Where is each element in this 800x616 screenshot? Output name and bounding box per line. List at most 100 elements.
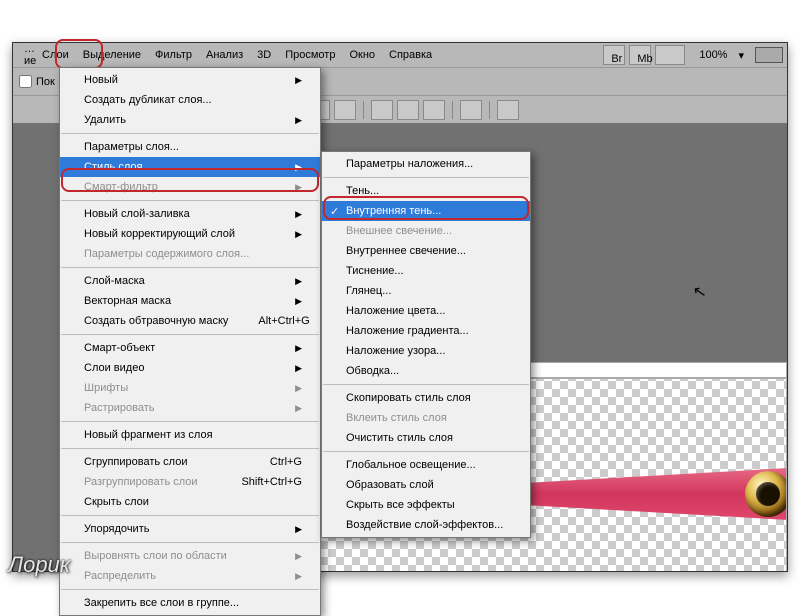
menu-item-label: Сгруппировать слои	[84, 456, 187, 468]
screen-mode-button[interactable]	[655, 45, 685, 65]
menu-item: Выровнять слои по области▶	[60, 546, 320, 566]
submenu-arrow-icon: ▶	[295, 276, 302, 287]
workspace-switcher[interactable]	[755, 47, 783, 63]
menu-item[interactable]: Упорядочить▶	[60, 519, 320, 539]
submenu-arrow-icon: ▶	[295, 403, 302, 414]
menu-item[interactable]: Удалить▶	[60, 110, 320, 130]
submenu-arrow-icon: ▶	[295, 209, 302, 220]
menu-separator	[61, 542, 319, 543]
menu-item-label: Закрепить все слои в группе...	[84, 597, 239, 609]
menu-item: Шрифты▶	[60, 378, 320, 398]
menu-item[interactable]: Наложение узора...	[322, 341, 530, 361]
menu-item: Параметры содержимого слоя...	[60, 244, 320, 264]
menu-item[interactable]: Очистить стиль слоя	[322, 428, 530, 448]
show-checkbox[interactable]	[19, 75, 32, 88]
submenu-arrow-icon: ▶	[295, 551, 302, 562]
separator	[489, 101, 490, 119]
menu-item-label: Внутренняя тень...	[346, 205, 441, 217]
menu-item-label: Внешнее свечение...	[346, 225, 452, 237]
menu-item-label: Внутреннее свечение...	[346, 245, 466, 257]
menu-item[interactable]: Векторная маска ▶	[60, 291, 320, 311]
layer-style-submenu[interactable]: Параметры наложения... Тень... Внутренняя …	[321, 151, 531, 538]
menu-item-label: Наложение градиента...	[346, 325, 469, 337]
menu-item-label: Глянец...	[346, 285, 391, 297]
menu-item[interactable]: Слой-маска▶	[60, 271, 320, 291]
menu-layers[interactable]: Слои	[35, 45, 76, 65]
menu-item-label: Воздействие слой-эффектов...	[346, 519, 503, 531]
menu-item[interactable]: Скрыть все эффекты	[322, 495, 530, 515]
separator	[363, 101, 364, 119]
align-btn-6[interactable]	[423, 100, 445, 120]
submenu-arrow-icon: ▶	[295, 343, 302, 354]
watermark: Лорик	[8, 552, 70, 578]
menu-help[interactable]: Справка	[382, 45, 439, 65]
bridge-button[interactable]: Br	[603, 45, 625, 65]
menu-item[interactable]: Новый▶	[60, 70, 320, 90]
menu-separator	[61, 267, 319, 268]
menu-item[interactable]: Смарт-объект ▶	[60, 338, 320, 358]
align-btn-7[interactable]	[460, 100, 482, 120]
menu-item[interactable]: Воздействие слой-эффектов...	[322, 515, 530, 535]
menu-item[interactable]: Тень...	[322, 181, 530, 201]
menu-item-label: Наложение узора...	[346, 345, 445, 357]
menu-window[interactable]: Окно	[342, 45, 382, 65]
menu-filter[interactable]: Фильтр	[148, 45, 199, 65]
align-btn-3[interactable]	[334, 100, 356, 120]
menu-item-label: Новый	[84, 74, 118, 86]
menu-item-label: Параметры слоя...	[84, 141, 179, 153]
menu-item: Вклеить стиль слоя	[322, 408, 530, 428]
menu-item[interactable]: Глобальное освещение...	[322, 455, 530, 475]
menu-item[interactable]: Внутреннее свечение...	[322, 241, 530, 261]
menu-item[interactable]: Стиль слоя▶	[60, 157, 320, 177]
menu-item[interactable]: Параметры наложения...	[322, 154, 530, 174]
menu-item[interactable]: Внутренняя тень...	[322, 201, 530, 221]
menu-item-label: Тень...	[346, 185, 379, 197]
menu-item[interactable]: Новый корректирующий слой▶	[60, 224, 320, 244]
submenu-arrow-icon: ▶	[295, 363, 302, 374]
submenu-arrow-icon: ▶	[295, 296, 302, 307]
menu-separator	[61, 515, 319, 516]
menu-3d[interactable]: 3D	[250, 45, 278, 65]
menu-item[interactable]: Наложение градиента...	[322, 321, 530, 341]
menu-item[interactable]: Новый фрагмент из слоя	[60, 425, 320, 445]
menu-item-label: Обводка...	[346, 365, 399, 377]
menu-select[interactable]: Выделение	[76, 45, 148, 65]
menu-item[interactable]: Образовать слой	[322, 475, 530, 495]
menu-item[interactable]: Сгруппировать слоиCtrl+G	[60, 452, 320, 472]
align-btn-5[interactable]	[397, 100, 419, 120]
menu-item: Растрировать▶	[60, 398, 320, 418]
layer-dropdown[interactable]: Новый▶Создать дубликат слоя...Удалить▶Па…	[59, 67, 321, 616]
menu-item-label: Образовать слой	[346, 479, 434, 491]
menu-item-label: Векторная маска	[84, 295, 171, 307]
menu-item[interactable]: Создать обтравочную маскуAlt+Ctrl+G	[60, 311, 320, 331]
submenu-arrow-icon: ▶	[295, 571, 302, 582]
menu-separator	[323, 451, 529, 452]
menu-separator	[323, 384, 529, 385]
menu-item[interactable]: Новый слой-заливка▶	[60, 204, 320, 224]
menu-item[interactable]: Скопировать стиль слоя	[322, 388, 530, 408]
menu-item[interactable]: Параметры слоя...	[60, 137, 320, 157]
menu-item-label: Наложение цвета...	[346, 305, 445, 317]
align-btn-8[interactable]	[497, 100, 519, 120]
menu-item[interactable]: Тиснение...	[322, 261, 530, 281]
minibridge-button[interactable]: Mb	[629, 45, 651, 65]
menu-item-label: Новый фрагмент из слоя	[84, 429, 213, 441]
menu-item[interactable]: Создать дубликат слоя...	[60, 90, 320, 110]
submenu-arrow-icon: ▶	[295, 182, 302, 193]
menu-item-label: Скрыть все эффекты	[346, 499, 455, 511]
menu-item[interactable]: Обводка...	[322, 361, 530, 381]
menu-item-label: Смарт-объект	[84, 342, 155, 354]
menu-item[interactable]: Скрыть слои	[60, 492, 320, 512]
menu-item-label: Удалить	[84, 114, 126, 126]
menu-item-label: Смарт-фильтр	[84, 181, 158, 193]
menu-analysis[interactable]: Анализ	[199, 45, 250, 65]
menu-shortcut: Shift+Ctrl+G	[241, 476, 302, 488]
zoom-level[interactable]: 100% ▾	[685, 41, 751, 69]
menu-item[interactable]: Закрепить все слои в группе...	[60, 593, 320, 613]
menu-separator	[61, 448, 319, 449]
menu-item[interactable]: Глянец...	[322, 281, 530, 301]
menu-item[interactable]: Наложение цвета...	[322, 301, 530, 321]
align-btn-4[interactable]	[371, 100, 393, 120]
menu-item[interactable]: Слои видео▶	[60, 358, 320, 378]
menu-view[interactable]: Просмотр	[278, 45, 342, 65]
